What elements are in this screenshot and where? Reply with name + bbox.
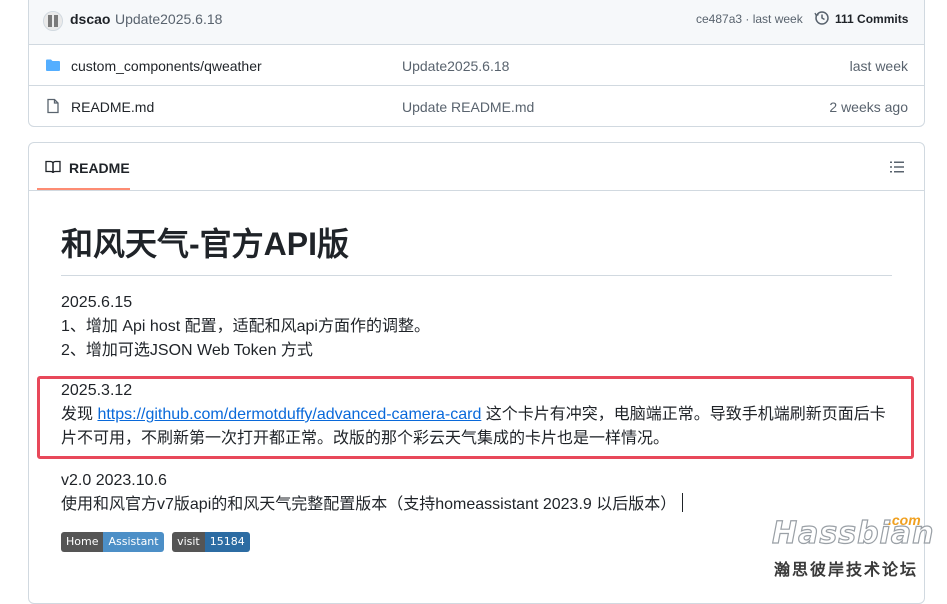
changelog-line: 发现 https://github.com/dermotduffy/advanc… [61, 403, 891, 451]
author-avatar[interactable] [43, 11, 63, 31]
changelog-date: 2025.3.12 [61, 382, 133, 399]
home-assistant-badge[interactable]: Home Assistant [61, 532, 164, 552]
changelog-text: 使用和风官方v7版api的和风天气完整配置版本（支持homeassistant … [61, 496, 677, 513]
badge-right: Assistant [103, 532, 164, 552]
changelog-v2: v2.0 2023.10.6 使用和风官方v7版api的和风天气完整配置版本（支… [61, 469, 891, 517]
commit-hash-time[interactable]: ce487a3 · last week [696, 12, 803, 26]
history-icon[interactable] [814, 10, 830, 26]
book-icon [45, 160, 61, 174]
tab-readme-label: README [69, 160, 130, 176]
badge-right: 15184 [204, 532, 250, 552]
watermark-com: .com [888, 512, 921, 528]
outline-icon[interactable] [889, 159, 905, 175]
commit-author-link[interactable]: dscao [70, 11, 110, 27]
readme-title: 和风天气-官方API版 [61, 223, 892, 276]
badge-left: Home [61, 532, 104, 552]
text-cursor [682, 493, 684, 512]
file-row[interactable]: custom_components/qweather Update2025.6.… [29, 45, 924, 86]
folder-icon [46, 59, 60, 71]
changelog-line: 使用和风官方v7版api的和风天气完整配置版本（支持homeassistant … [61, 493, 891, 517]
file-icon [47, 98, 59, 114]
changelog-2025-3-12: 2025.3.12 发现 https://github.com/dermotdu… [61, 379, 891, 451]
changelog-2025-6-15: 2025.6.15 1、增加 Api host 配置，适配和风api方面作的调整… [61, 291, 891, 363]
watermark-subtitle: 瀚思彼岸技术论坛 [774, 562, 919, 579]
line-prefix: 发现 [61, 406, 98, 423]
file-row[interactable]: README.md Update README.md 2 weeks ago [29, 86, 924, 126]
camera-card-link[interactable]: https://github.com/dermotduffy/advanced-… [97, 406, 481, 423]
hassbian-watermark: Hassbian .com 瀚思彼岸技术论坛 [768, 512, 943, 582]
tab-readme[interactable]: README [37, 143, 130, 190]
file-name-link[interactable]: README.md [71, 99, 154, 115]
file-commit-message[interactable]: Update2025.6.18 [402, 58, 509, 74]
changelog-version: v2.0 2023.10.6 [61, 472, 167, 489]
changelog-line: 1、增加 Api host 配置，适配和风api方面作的调整。 [61, 318, 430, 335]
commit-message-link[interactable]: Update2025.6.18 [115, 11, 222, 27]
badges: Home Assistant visit 15184 [61, 532, 254, 552]
visit-badge[interactable]: visit 15184 [172, 532, 250, 552]
file-name-link[interactable]: custom_components/qweather [71, 58, 262, 74]
badge-left: visit [172, 532, 205, 552]
readme-header: README [29, 143, 924, 191]
file-commit-message[interactable]: Update README.md [402, 99, 534, 115]
latest-commit-bar: dscao Update2025.6.18 ce487a3 · last wee… [29, 0, 924, 45]
commits-count-link[interactable]: 111 Commits [835, 12, 908, 26]
file-commit-time: 2 weeks ago [829, 99, 908, 115]
changelog-line: 2、增加可选JSON Web Token 方式 [61, 342, 313, 359]
file-commit-time: last week [849, 58, 908, 74]
changelog-date: 2025.6.15 [61, 294, 133, 311]
file-list-box: dscao Update2025.6.18 ce487a3 · last wee… [28, 0, 925, 127]
